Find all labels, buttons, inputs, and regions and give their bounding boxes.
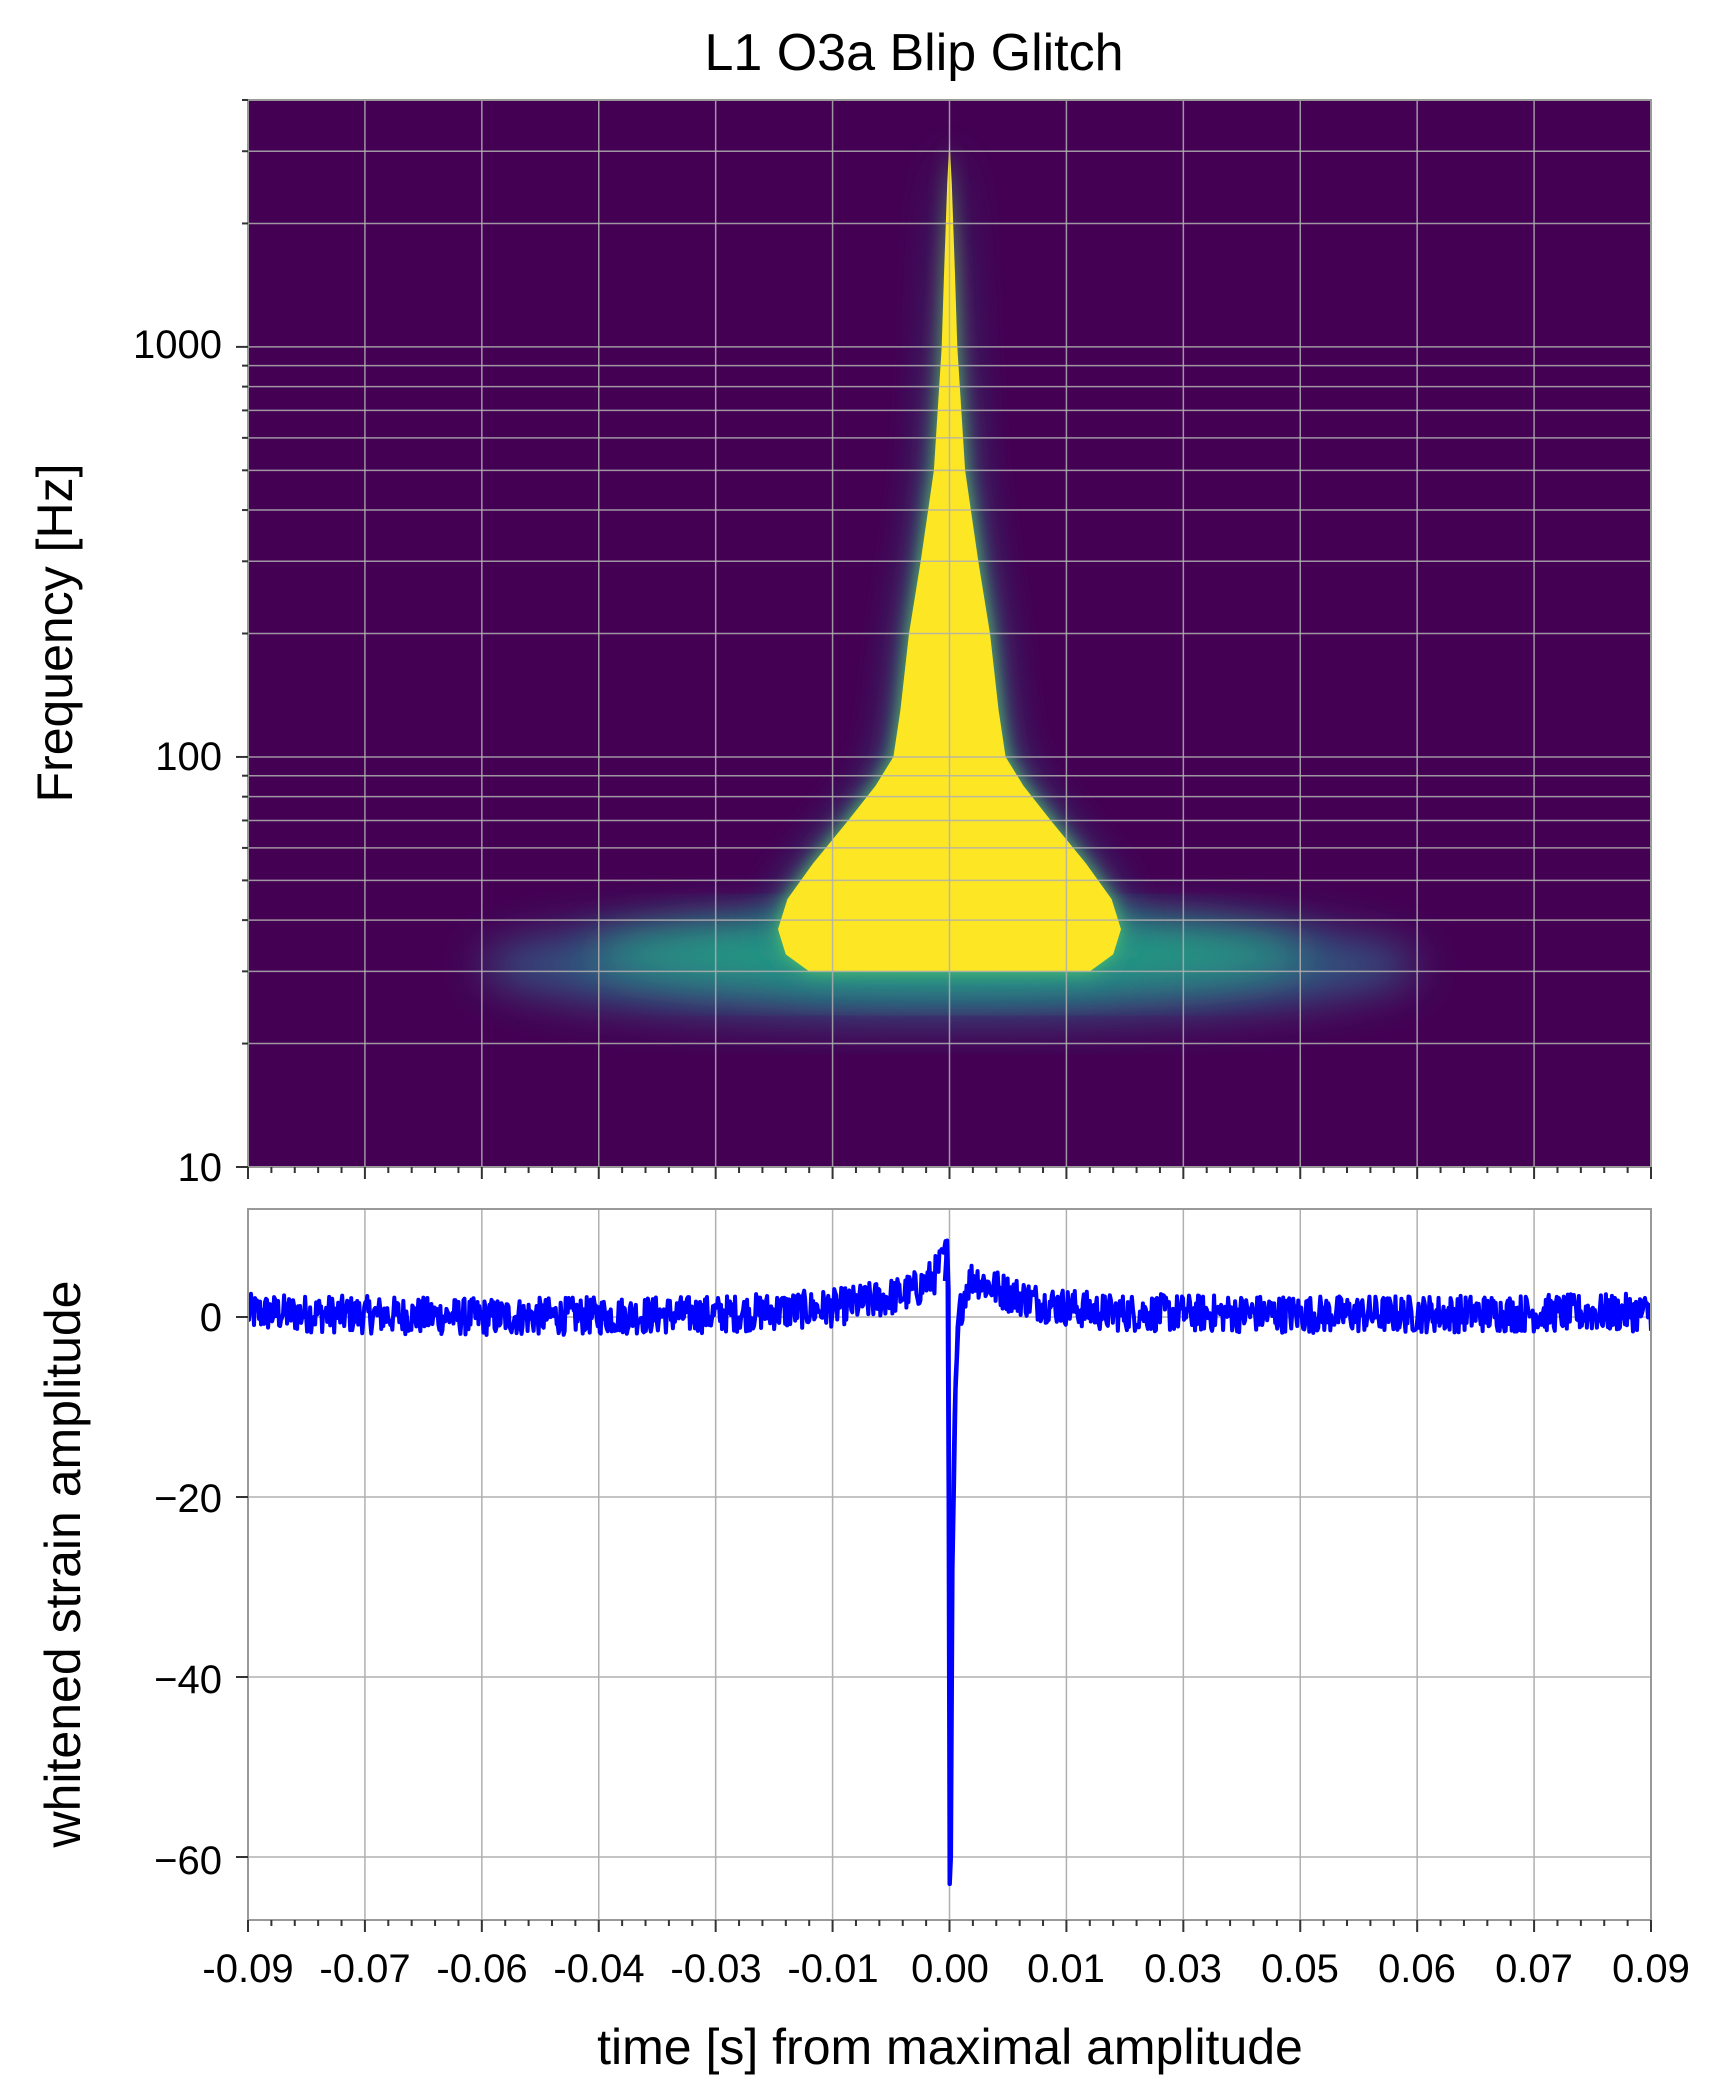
x-tick-label: 0.03 <box>1144 1947 1222 1991</box>
spectrogram-y-ticks <box>236 99 248 1168</box>
x-tick-label: 0.06 <box>1378 1947 1456 1991</box>
x-tick-label: 0.01 <box>1027 1947 1105 1991</box>
x-tick-label: 0.09 <box>1612 1947 1690 1991</box>
x-tick-labels: -0.09 -0.07 -0.06 -0.04 -0.03 -0.01 0.00… <box>202 1947 1690 1991</box>
timeseries-panel: 0 −20 −40 −60 whitened strain amplitude <box>35 1208 1652 1932</box>
y-tick-label-neg40: −40 <box>154 1658 222 1702</box>
x-tick-label: -0.09 <box>202 1947 293 1991</box>
x-axis-label: time [s] from maximal amplitude <box>597 2019 1303 2075</box>
timeseries-x-ticks <box>247 1920 1652 1932</box>
x-tick-label: 0.07 <box>1495 1947 1573 1991</box>
x-tick-label: -0.07 <box>319 1947 410 1991</box>
y-tick-label-neg60: −60 <box>154 1839 222 1883</box>
x-tick-label: -0.01 <box>787 1947 878 1991</box>
chart-title: L1 O3a Blip Glitch <box>704 24 1123 82</box>
x-tick-label: -0.04 <box>553 1947 644 1991</box>
y-tick-label-100: 100 <box>155 735 222 779</box>
y-tick-label-neg20: −20 <box>154 1477 222 1521</box>
x-tick-label: -0.06 <box>436 1947 527 1991</box>
x-tick-label: 0.05 <box>1261 1947 1339 1991</box>
timeseries-y-ticks <box>236 1316 248 1858</box>
x-tick-label: -0.03 <box>670 1947 761 1991</box>
y-tick-label-10: 10 <box>178 1146 223 1190</box>
x-tick-label: 0.00 <box>911 1947 989 1991</box>
spectrogram-x-ticks <box>247 1167 1652 1179</box>
spectrogram-y-axis-label: Frequency [Hz] <box>27 463 83 802</box>
figure: L1 O3a Blip Glitch 1000 100 10 Frequency… <box>27 24 1690 2075</box>
timeseries-y-axis-label: whitened strain amplitude <box>35 1281 91 1849</box>
y-tick-label-0: 0 <box>200 1296 222 1340</box>
y-tick-label-1000: 1000 <box>133 323 222 367</box>
spectrogram-panel: 1000 100 10 Frequency [Hz] <box>27 99 1652 1190</box>
